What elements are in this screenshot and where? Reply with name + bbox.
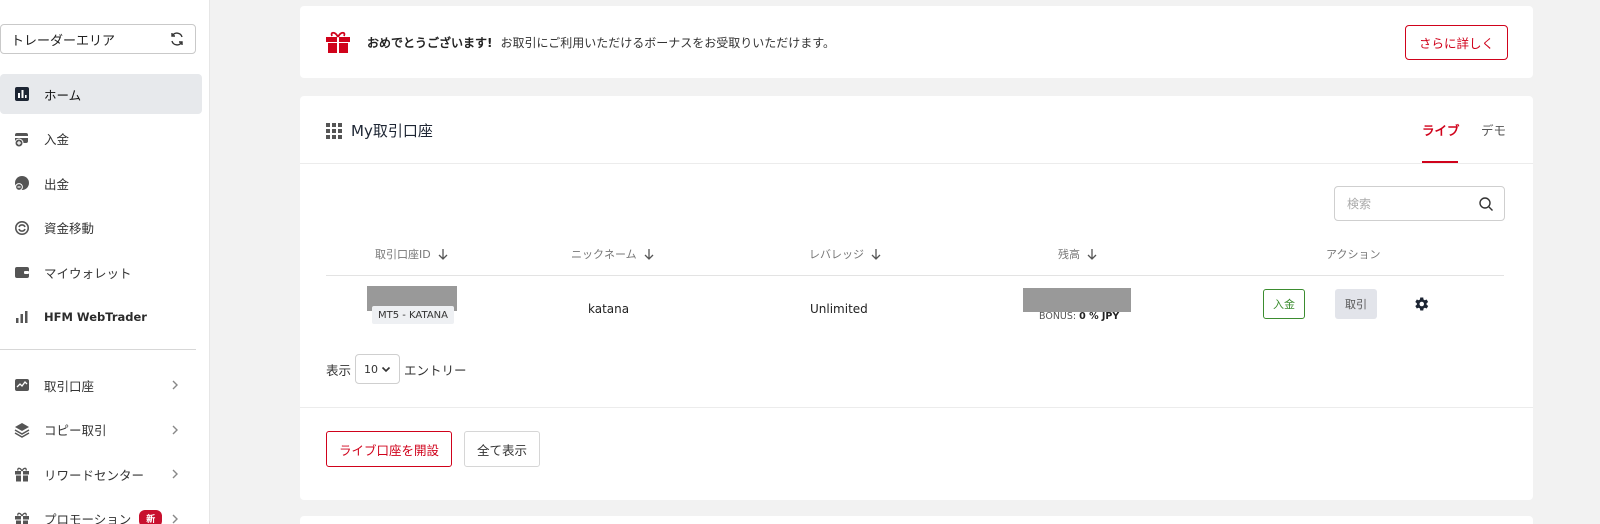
grid-icon xyxy=(326,122,342,139)
sidebar-item-label: プロモーション xyxy=(44,512,132,524)
gear-icon[interactable] xyxy=(1412,295,1430,313)
chevron-down-icon xyxy=(381,366,391,373)
sidebar-item-label: 資金移動 xyxy=(44,221,95,237)
sort-arrow-icon xyxy=(438,249,448,260)
secondary-nav: 取引口座 コピー取引 リワードセンター プロモーション 新 xyxy=(0,365,202,524)
sidebar-item-label: ホーム xyxy=(44,87,82,103)
deposit-button[interactable]: 入金 xyxy=(1263,289,1305,319)
entries-suffix: エントリー xyxy=(404,362,467,378)
chart-icon xyxy=(14,86,30,102)
layers-icon xyxy=(14,422,30,438)
card-title: My取引口座 xyxy=(326,120,433,141)
refresh-icon[interactable] xyxy=(169,31,185,47)
bonus-value: 0 % JPY xyxy=(1079,311,1120,322)
gift-icon xyxy=(14,466,30,482)
sidebar-item-label: コピー取引 xyxy=(44,423,107,439)
trading-accounts-icon xyxy=(14,377,30,393)
bonus-label: BONUS: xyxy=(1039,311,1077,322)
chevron-right-icon xyxy=(172,514,178,524)
trade-button[interactable]: 取引 xyxy=(1335,289,1377,319)
sidebar-item-promotion[interactable]: プロモーション 新 xyxy=(0,499,202,524)
table-row: MT5 - KATANA katana Unlimited BONUS: 0 %… xyxy=(326,278,1504,342)
gift-icon xyxy=(326,31,350,53)
sidebar-item-label: HFM WebTrader xyxy=(44,309,147,324)
sidebar-item-label: 取引口座 xyxy=(44,378,95,394)
chevron-right-icon xyxy=(172,469,178,479)
card-title-text: My取引口座 xyxy=(351,122,433,140)
column-header-account-id[interactable]: 取引口座ID xyxy=(375,246,449,262)
account-type-badge: MT5 - KATANA xyxy=(372,306,454,324)
entries-value: 10 xyxy=(364,362,379,376)
sidebar-item-label: 入金 xyxy=(44,132,70,148)
chevron-right-icon xyxy=(172,425,178,435)
sort-arrow-icon xyxy=(644,249,654,260)
trader-area-select[interactable]: トレーダーエリア xyxy=(0,24,196,54)
table-header: 取引口座ID ニックネーム レバレッジ 残高 アクション xyxy=(326,236,1504,276)
bonus-congrats: おめでとうございます! xyxy=(367,35,493,50)
bar-chart-icon xyxy=(14,309,30,325)
transfer-icon xyxy=(14,220,30,236)
sidebar-item-home[interactable]: ホーム xyxy=(0,74,202,114)
sidebar-divider xyxy=(0,349,196,350)
card-footer-divider xyxy=(300,407,1533,408)
tab-live[interactable]: ライブ xyxy=(1422,120,1460,139)
sidebar-item-wallet[interactable]: マイウォレット xyxy=(0,252,202,292)
column-header-balance[interactable]: 残高 xyxy=(1058,246,1098,262)
show-all-button[interactable]: 全て表示 xyxy=(464,431,541,467)
bonus-info: BONUS: 0 % JPY xyxy=(1039,311,1119,322)
entries-prefix: 表示 xyxy=(326,362,352,378)
bonus-message: お取引にご利用いただけるボーナスをお受取りいただけます。 xyxy=(500,35,836,50)
sidebar: トレーダーエリア ホーム 入金 出金 資金移動 マイウォレット HFM WebT… xyxy=(0,0,210,524)
gift-icon xyxy=(14,511,30,524)
sidebar-item-withdraw[interactable]: 出金 xyxy=(0,163,202,203)
search-icon[interactable] xyxy=(1478,196,1494,212)
sidebar-item-label: マイウォレット xyxy=(44,265,132,281)
sidebar-item-copy-trading[interactable]: コピー取引 xyxy=(0,410,202,450)
sidebar-item-deposit[interactable]: 入金 xyxy=(0,119,202,159)
primary-nav: ホーム 入金 出金 資金移動 マイウォレット HFM WebTrader xyxy=(0,74,202,342)
new-badge: 新 xyxy=(139,510,163,524)
sidebar-item-webtrader[interactable]: HFM WebTrader xyxy=(0,297,202,337)
learn-more-button[interactable]: さらに詳しく xyxy=(1404,25,1508,60)
entries-select[interactable]: 10 xyxy=(355,354,401,384)
search-input[interactable]: 検索 xyxy=(1334,186,1505,221)
next-card xyxy=(300,516,1533,524)
wallet-icon xyxy=(14,264,30,280)
card-header: My取引口座 ライブ デモ xyxy=(300,96,1533,164)
my-accounts-card: My取引口座 ライブ デモ 検索 取引口座ID ニックネーム レバレッジ 残高 … xyxy=(300,96,1533,500)
redacted-balance xyxy=(1023,288,1131,312)
active-tab-indicator xyxy=(1422,161,1458,163)
sidebar-item-label: 出金 xyxy=(44,176,70,192)
column-header-leverage[interactable]: レバレッジ xyxy=(809,246,882,262)
search-placeholder: 検索 xyxy=(1347,197,1372,211)
entries-control: 表示 10 エントリー xyxy=(326,354,467,384)
chevron-right-icon xyxy=(172,380,178,390)
sidebar-item-label: リワードセンター xyxy=(44,467,145,483)
nickname-cell: katana xyxy=(588,302,630,316)
tab-demo[interactable]: デモ xyxy=(1481,120,1506,139)
withdraw-icon xyxy=(14,175,30,192)
sort-arrow-icon xyxy=(1087,249,1097,260)
sidebar-item-transfer[interactable]: 資金移動 xyxy=(0,208,202,248)
trader-area-label: トレーダーエリア xyxy=(11,33,116,49)
sidebar-item-reward-center[interactable]: リワードセンター xyxy=(0,454,202,494)
leverage-cell: Unlimited xyxy=(810,302,868,316)
sidebar-item-trading-accounts[interactable]: 取引口座 xyxy=(0,365,202,405)
column-header-nickname[interactable]: ニックネーム xyxy=(571,246,655,262)
bonus-banner: おめでとうございます! お取引にご利用いただけるボーナスをお受取りいただけます。… xyxy=(300,6,1533,78)
sort-arrow-icon xyxy=(871,249,881,260)
deposit-icon xyxy=(14,131,30,147)
column-header-action: アクション xyxy=(1326,248,1381,261)
open-live-account-button[interactable]: ライブ口座を開設 xyxy=(326,431,453,467)
